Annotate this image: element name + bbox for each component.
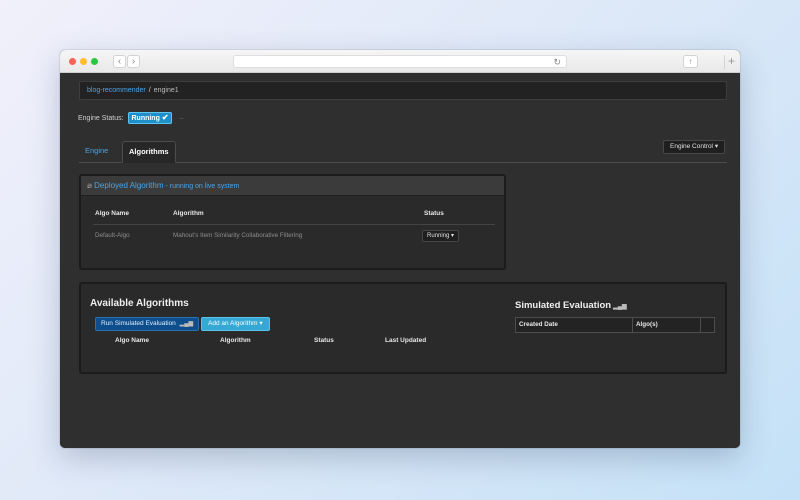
- row-algorithm: Mahout's Item Similarity Collaborative F…: [173, 232, 303, 239]
- column-header-created-date: Created Date: [516, 318, 633, 332]
- share-icon[interactable]: ↑: [683, 55, 698, 68]
- back-button[interactable]: ‹: [113, 55, 126, 68]
- column-header-algo-name: Algo Name: [115, 337, 149, 344]
- column-header-status: Status: [314, 337, 334, 344]
- breadcrumb-engine: engine1: [153, 87, 179, 94]
- address-bar[interactable]: ↻: [233, 55, 567, 68]
- deployed-algorithm-panel: 🔥︎ Deployed Algorithm - running on live s…: [79, 174, 506, 270]
- tab-engine[interactable]: Engine: [79, 141, 114, 163]
- caret-down-icon: ▾: [451, 233, 455, 239]
- flame-icon: 🔥︎: [87, 183, 93, 190]
- column-header-actions: [701, 318, 714, 332]
- column-header-status: Status: [424, 210, 444, 217]
- engine-control-dropdown[interactable]: Engine Control ▾: [663, 140, 726, 154]
- browser-titlebar: ‹ › ↻ ↑ ❐ +: [60, 50, 740, 139]
- breadcrumb: blog-recommender / engine1: [79, 81, 727, 100]
- column-header-algo-name: Algo Name: [95, 210, 129, 217]
- close-window-button[interactable]: [69, 58, 76, 65]
- zoom-window-button[interactable]: [91, 58, 98, 65]
- column-header-algos: Algo(s): [633, 318, 701, 332]
- caret-down-icon: ▾: [259, 320, 263, 327]
- column-header-algorithm: Algorithm: [220, 337, 251, 344]
- signal-bars-icon: ▂▄▆: [613, 304, 627, 310]
- new-tab-icon[interactable]: +: [724, 55, 738, 69]
- row-algo-name: Default-Algo: [95, 232, 130, 239]
- deployed-title: Deployed Algorithm: [94, 181, 164, 190]
- minimize-window-button[interactable]: [80, 58, 87, 65]
- add-algorithm-button[interactable]: Add an Algorithm ▾: [201, 317, 270, 331]
- page-content: blog-recommender / engine1 Engine Status: …: [60, 74, 740, 448]
- engine-status-extra: --: [179, 116, 184, 122]
- deployed-subtitle: - running on live system: [163, 183, 240, 190]
- breadcrumb-separator: /: [148, 87, 151, 94]
- browser-window: ‹ › ↻ ↑ ❐ + blog-recommender/engine1 Eng…: [60, 50, 740, 448]
- breadcrumb-app-link[interactable]: blog-recommender: [87, 87, 146, 94]
- deployed-panel-header: 🔥︎ Deployed Algorithm - running on live s…: [81, 176, 504, 196]
- engine-status-label: Engine Status:: [78, 115, 124, 122]
- forward-button[interactable]: ›: [127, 55, 140, 68]
- engine-status: Engine Status: Running ✔ --: [78, 112, 183, 125]
- column-header-algorithm: Algorithm: [173, 210, 204, 217]
- reload-icon[interactable]: ↻: [553, 56, 561, 68]
- signal-bars-icon: ▂▄▆: [179, 321, 194, 327]
- tab-algorithms[interactable]: Algorithms: [122, 141, 176, 163]
- engine-status-badge: Running ✔: [128, 112, 172, 124]
- check-icon: ✔: [161, 113, 169, 122]
- caret-down-icon: ▾: [714, 143, 719, 150]
- available-title: Available Algorithms: [90, 298, 189, 309]
- run-simulated-evaluation-button[interactable]: Run Simulated Evaluation ▂▄▆: [95, 317, 200, 331]
- simulated-evaluation-title: Simulated Evaluation ▂▄▆: [515, 300, 627, 311]
- table-divider: [93, 224, 495, 225]
- available-algorithms-panel: Available Algorithms Run Simulated Evalu…: [79, 282, 727, 374]
- tab-bar: Engine Algorithms: [79, 141, 727, 163]
- simulated-evaluation-table: Created Date Algo(s): [515, 317, 715, 333]
- status-dropdown[interactable]: Running ▾: [422, 230, 460, 242]
- column-header-last-updated: Last Updated: [385, 337, 427, 344]
